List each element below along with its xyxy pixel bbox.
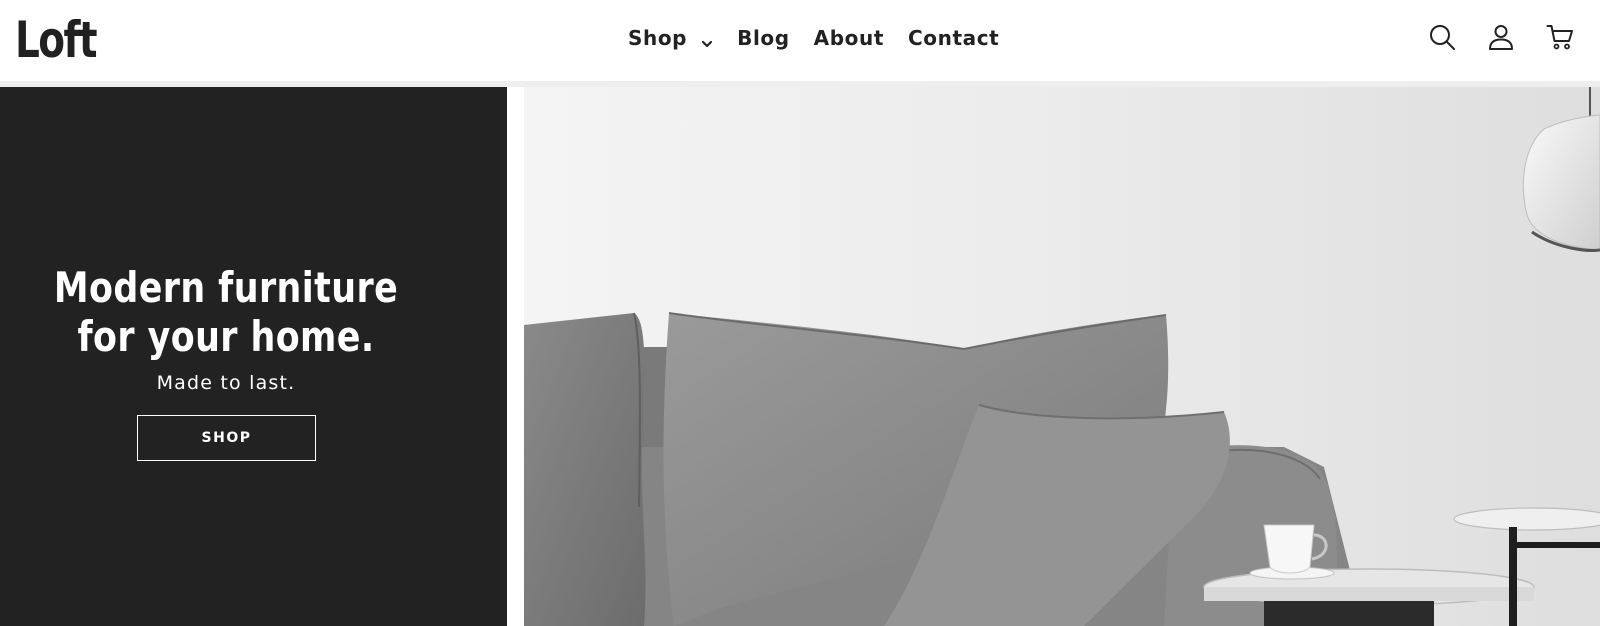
- hero-image: [524, 87, 1600, 626]
- nav-item-blog-label: Blog: [737, 26, 790, 50]
- nav-item-blog[interactable]: Blog: [737, 26, 790, 50]
- nav-item-about[interactable]: About: [814, 26, 884, 50]
- nav-item-shop-label: Shop: [628, 26, 688, 50]
- nav-item-shop[interactable]: Shop: [628, 26, 713, 50]
- hero-subtitle: Made to last.: [156, 372, 296, 394]
- hero-title: Modern furniture for your home.: [53, 263, 399, 361]
- account-icon[interactable]: [1486, 22, 1516, 52]
- main-nav: Shop Blog About Contact: [628, 22, 999, 54]
- nav-item-contact[interactable]: Contact: [908, 26, 999, 50]
- chevron-down-icon[interactable]: [701, 31, 713, 48]
- search-icon[interactable]: [1427, 22, 1457, 52]
- site-logo[interactable]: Loft: [15, 5, 98, 75]
- sofa-photo: [524, 87, 1600, 626]
- hero-gap: [507, 87, 524, 626]
- nav-item-contact-label: Contact: [908, 26, 1000, 50]
- hero-text-panel: Modern furniture for your home. Made to …: [0, 87, 507, 626]
- header-icons: [1427, 22, 1575, 52]
- nav-item-about-label: About: [813, 26, 885, 50]
- shop-button[interactable]: SHOP: [137, 415, 316, 461]
- cart-icon[interactable]: [1545, 22, 1575, 52]
- site-header: Loft Shop Blog About Contact: [0, 0, 1600, 81]
